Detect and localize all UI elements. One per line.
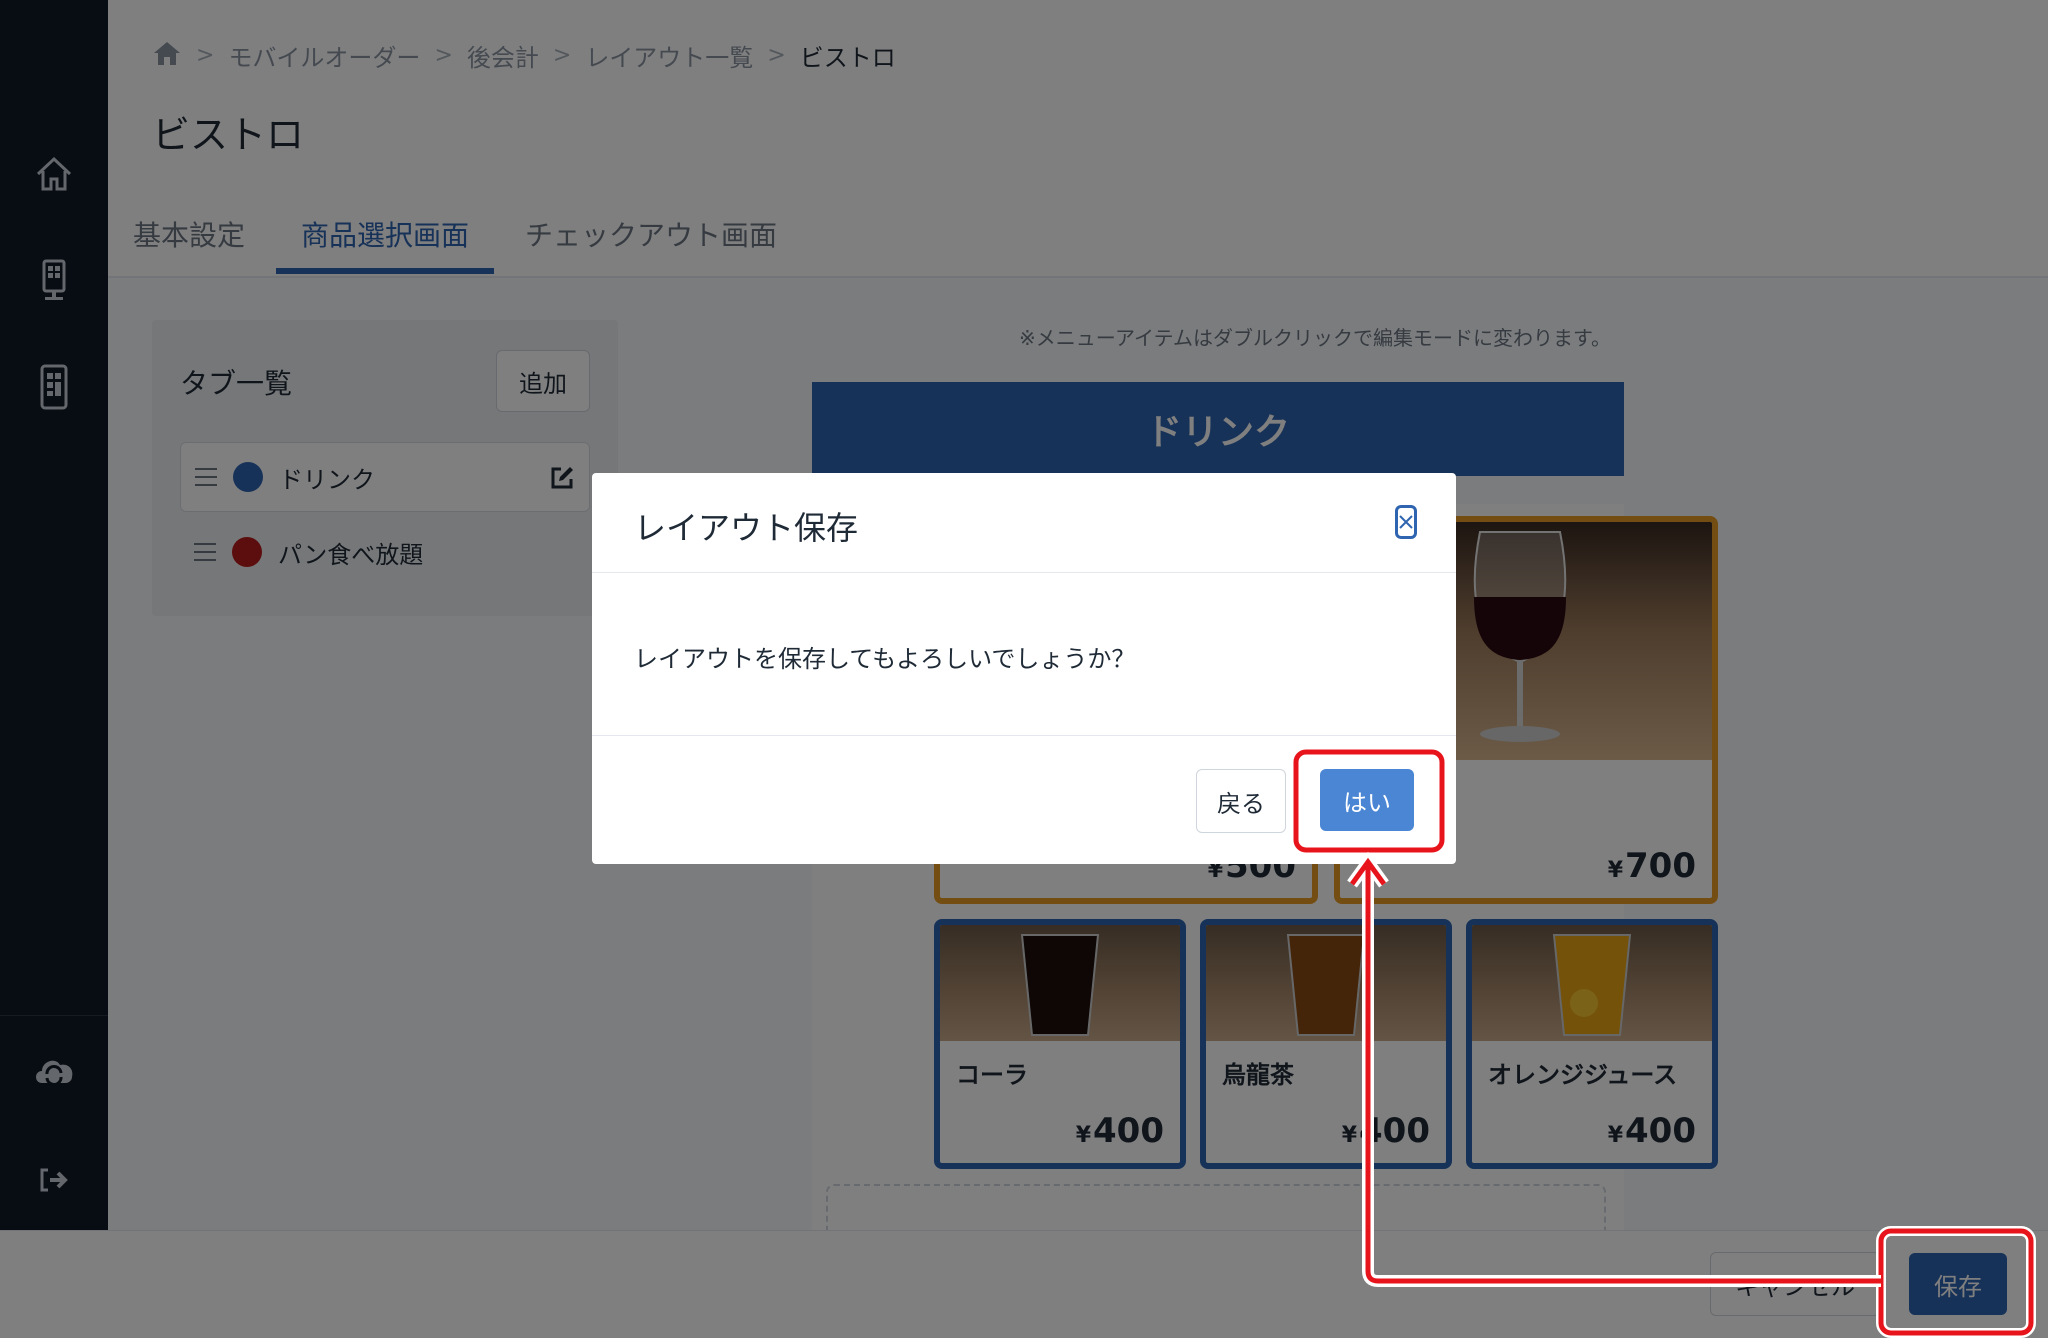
close-icon[interactable]: [1395, 505, 1417, 539]
dialog-header: レイアウト保存: [592, 473, 1456, 573]
dialog-footer-divider: [592, 735, 1456, 736]
back-button[interactable]: 戻る: [1196, 769, 1286, 833]
dialog-title: レイアウト保存: [634, 509, 859, 547]
yes-button[interactable]: はい: [1320, 769, 1414, 831]
dialog-message: レイアウトを保存してもよろしいでしょうか？: [634, 645, 1136, 673]
save-layout-dialog: レイアウト保存 レイアウトを保存してもよろしいでしょうか？ 戻る はい: [592, 473, 1456, 864]
